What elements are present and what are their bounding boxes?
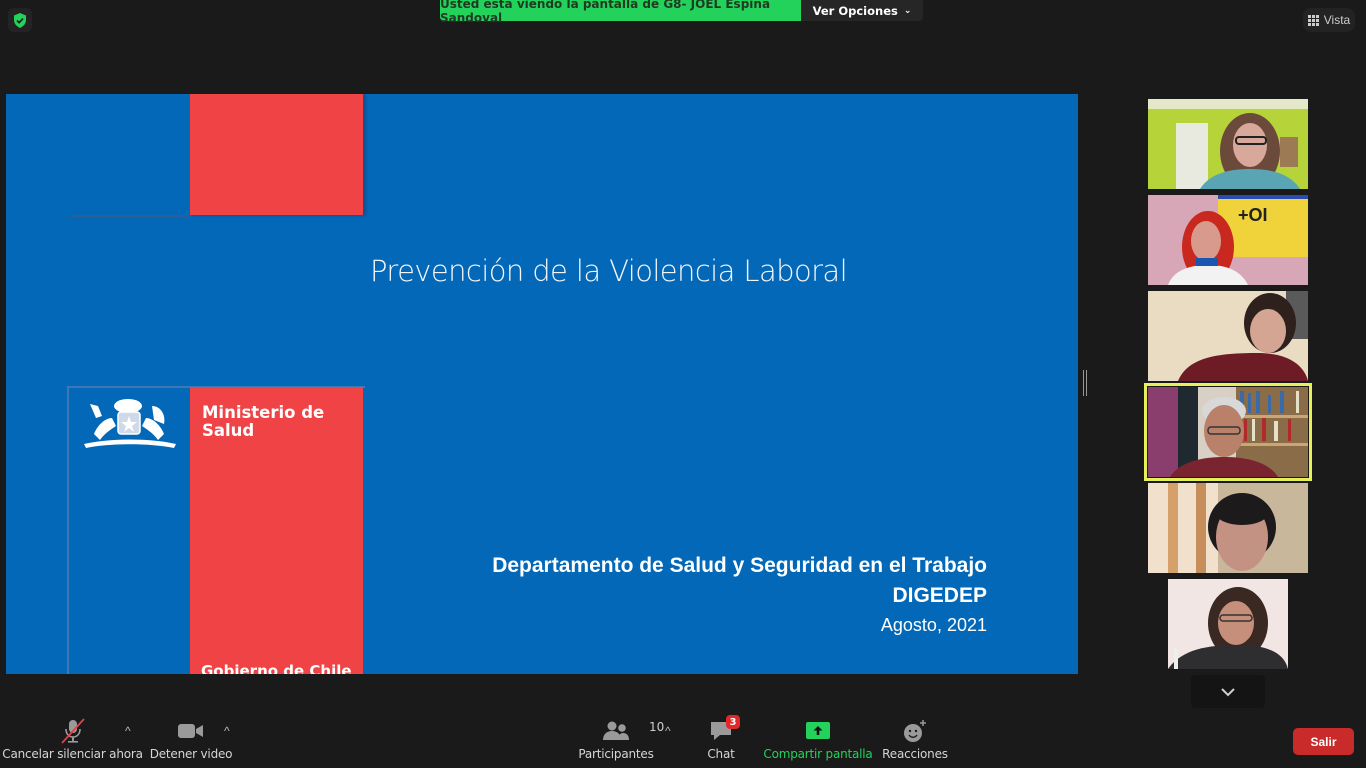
view-label: Vista bbox=[1323, 13, 1351, 27]
stop-video-label: Detener video bbox=[149, 747, 233, 761]
video-options-caret[interactable]: ^ bbox=[224, 724, 230, 738]
coat-of-arms-icon bbox=[84, 399, 176, 448]
participant-video bbox=[1148, 387, 1308, 477]
view-button[interactable]: Vista bbox=[1303, 8, 1355, 32]
video-tile-participant-6[interactable] bbox=[1148, 579, 1308, 669]
reactions-label: Reacciones bbox=[882, 747, 948, 761]
division-name: DIGEDEP bbox=[892, 584, 987, 607]
shared-screen: Prevención de la Violencia Laboral Minis… bbox=[6, 94, 1078, 674]
chat-unread-badge: 3 bbox=[726, 715, 740, 729]
video-tile-participant-5[interactable] bbox=[1148, 483, 1308, 573]
presentation-date: Agosto, 2021 bbox=[880, 615, 987, 635]
participant-video bbox=[1148, 291, 1308, 381]
department-name: Departamento de Salud y Seguridad en el … bbox=[492, 554, 987, 577]
video-tile-participant-1[interactable] bbox=[1148, 99, 1308, 189]
government-label: Gobierno de Chile bbox=[201, 662, 352, 674]
participants-count: 10 bbox=[649, 720, 665, 734]
participants-button[interactable]: 10 Participantes bbox=[578, 718, 664, 761]
participant-video bbox=[1148, 483, 1308, 573]
microphone-muted-icon bbox=[60, 718, 85, 744]
chevron-down-icon: ⌄ bbox=[903, 5, 912, 16]
emoji-reaction-icon bbox=[904, 720, 926, 742]
flag-red-block-top bbox=[190, 94, 363, 215]
video-tile-participant-2[interactable]: +OI bbox=[1148, 195, 1308, 285]
participants-label: Participantes bbox=[578, 747, 654, 761]
chat-button[interactable]: 3 Chat bbox=[700, 715, 742, 761]
audio-options-caret[interactable]: ^ bbox=[125, 724, 131, 738]
stop-video-button[interactable]: Detener video bbox=[149, 718, 233, 761]
video-tile-participant-4-active-speaker[interactable] bbox=[1144, 383, 1312, 481]
share-screen-arrow-icon bbox=[806, 722, 830, 739]
screen-share-banner: Usted está viendo la pantalla de G8- JOE… bbox=[440, 0, 801, 25]
video-camera-icon bbox=[178, 724, 203, 738]
participants-options-caret[interactable]: ^ bbox=[665, 724, 671, 738]
divider-line bbox=[70, 215, 190, 217]
ministry-name-line1: Ministerio de bbox=[202, 403, 325, 422]
panel-resize-handle[interactable] bbox=[1083, 370, 1087, 396]
video-tile-participant-3[interactable] bbox=[1148, 291, 1308, 381]
gallery-scroll-down-button[interactable] bbox=[1191, 675, 1265, 708]
chat-label: Chat bbox=[707, 747, 735, 761]
share-screen-label: Compartir pantalla bbox=[763, 747, 873, 761]
view-options-label: Ver Opciones bbox=[812, 3, 898, 18]
view-options-button[interactable]: Ver Opciones ⌄ bbox=[801, 0, 923, 21]
grid-icon bbox=[1307, 14, 1319, 26]
unmute-button[interactable]: Cancelar silenciar ahora bbox=[2, 718, 143, 761]
ministry-name-line2: Salud bbox=[202, 421, 255, 440]
participant-video bbox=[1148, 579, 1308, 669]
leave-meeting-button[interactable]: Salir bbox=[1293, 728, 1354, 755]
reactions-button[interactable]: Reacciones bbox=[882, 718, 948, 761]
participant-video: +OI bbox=[1148, 195, 1308, 285]
shield-check-icon bbox=[14, 12, 26, 28]
security-badge[interactable] bbox=[8, 8, 32, 32]
slide-footer-text: Departamento de Salud y Seguridad en el … bbox=[492, 552, 987, 638]
ministry-name: Ministerio de Salud bbox=[202, 404, 324, 440]
slide-title: Prevención de la Violencia Laboral bbox=[370, 254, 848, 288]
share-screen-button[interactable]: Compartir pantalla bbox=[763, 718, 873, 761]
chevron-down-icon bbox=[1221, 687, 1235, 696]
svg-text:+OI: +OI bbox=[1238, 205, 1268, 225]
participants-icon bbox=[603, 721, 629, 740]
unmute-label: Cancelar silenciar ahora bbox=[2, 747, 143, 761]
participant-video bbox=[1148, 99, 1308, 189]
